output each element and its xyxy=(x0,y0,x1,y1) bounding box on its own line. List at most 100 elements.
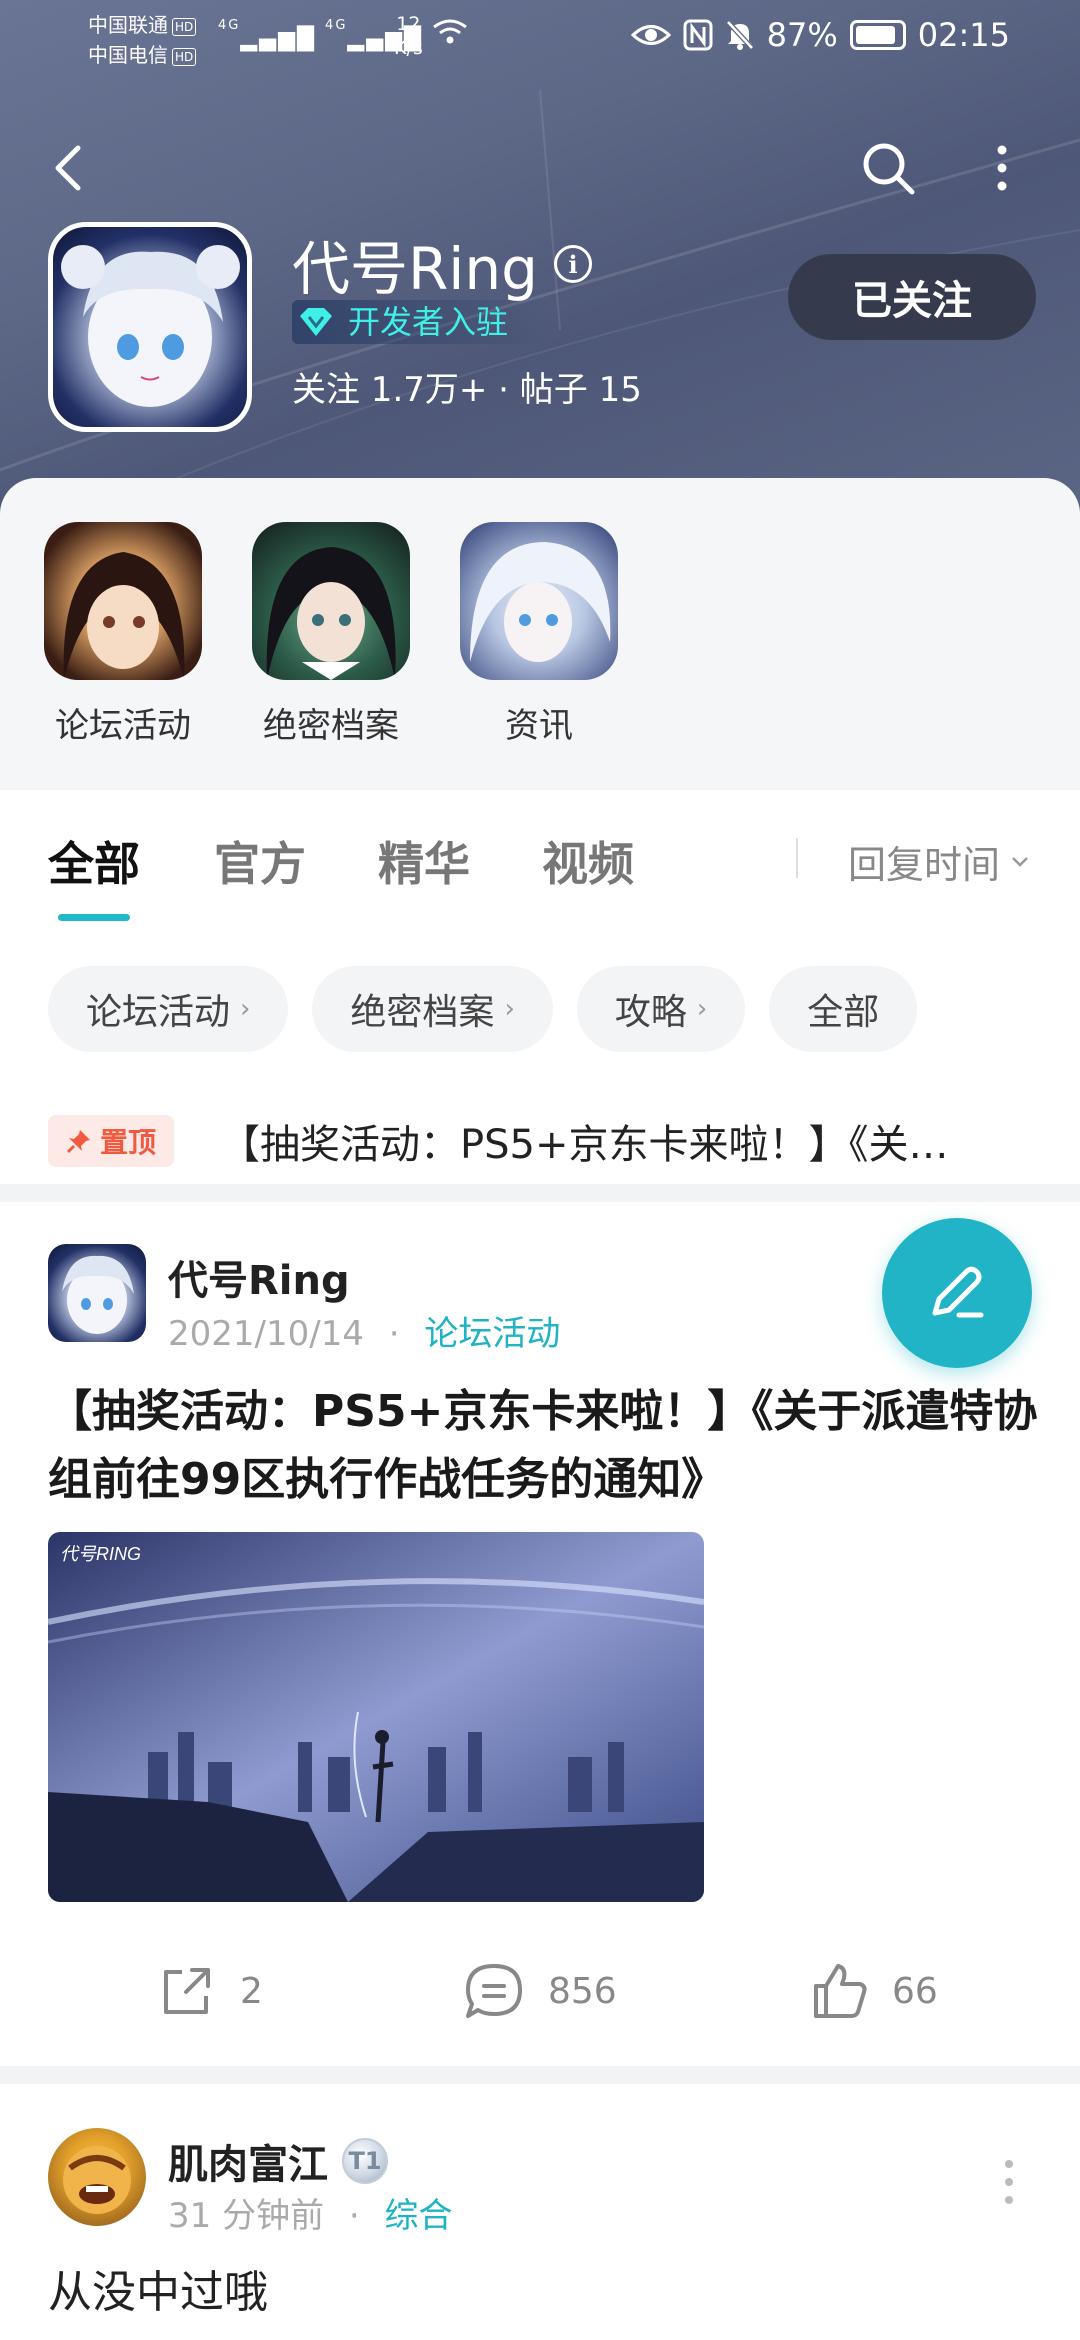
top-nav-bar xyxy=(0,128,1080,208)
post-meta: 2021/10/14 · 论坛活动 xyxy=(168,1306,560,1355)
pinned-post[interactable]: 置顶 【抽奖活动：PS5+京东卡来啦！】《关… xyxy=(48,1106,1048,1176)
hd-badge: HD xyxy=(172,17,197,36)
diamond-icon xyxy=(300,308,332,336)
level-badge-icon: T1 xyxy=(342,2138,388,2184)
meta-separator: · xyxy=(388,1314,400,1354)
share-icon xyxy=(164,1968,210,2014)
sort-label: 回复时间 xyxy=(848,843,1001,887)
net-speed: 12 K/s xyxy=(394,12,423,60)
chevron-down-icon xyxy=(1012,856,1028,867)
developer-badge[interactable]: 开发者入驻 xyxy=(292,300,549,344)
sort-dropdown[interactable]: 回复时间 xyxy=(848,834,1030,889)
tab-featured[interactable]: 精华 xyxy=(378,828,470,894)
post-date: 2021/10/14 xyxy=(168,1314,364,1354)
game-title-text: 代号Ring xyxy=(292,235,538,303)
feed-tabs: 全部 官方 精华 视频 回复时间 xyxy=(0,790,1080,950)
more-vertical-icon xyxy=(1005,2160,1013,2204)
speed-value: 12 xyxy=(396,13,421,35)
post-author[interactable]: 肌肉富江 T1 xyxy=(168,2132,388,2190)
post-image[interactable]: 代号RING xyxy=(48,1532,704,1902)
search-icon xyxy=(863,143,915,195)
header-banner: 中国联通 HD 中国电信 HD 4G▂▄▆█ 4G▂▄▆█ 12 K/s 87% 0… xyxy=(0,0,1080,520)
post-image-art: 代号RING xyxy=(48,1532,704,1902)
battery-icon xyxy=(849,20,906,50)
tab-all[interactable]: 全部 xyxy=(48,828,140,894)
developer-badge-label: 开发者入驻 xyxy=(348,303,509,341)
nfc-icon xyxy=(683,19,713,51)
comment-count: 856 xyxy=(548,1970,617,2012)
chip-label: 攻略 xyxy=(614,992,687,1033)
quick-link-label: 资讯 xyxy=(505,706,573,746)
pen-edit-icon xyxy=(932,1266,984,1318)
chevron-right-icon: › xyxy=(696,994,708,1024)
author-avatar[interactable] xyxy=(48,1244,146,1342)
chip-all[interactable]: 全部 xyxy=(769,966,918,1052)
section-divider xyxy=(0,1184,1080,1202)
compose-post-button[interactable] xyxy=(882,1218,1032,1368)
meta-separator: · xyxy=(348,2196,360,2236)
status-right: 87% 02:15 xyxy=(630,16,1010,54)
post-meta: 31 分钟前 · 综合 xyxy=(168,2188,453,2237)
post-more-button[interactable] xyxy=(994,2152,1024,2212)
chip-forum-events[interactable]: 论坛活动 › xyxy=(48,966,289,1052)
category-chips: 论坛活动 › 绝密档案 › 攻略 › 全部 xyxy=(48,966,918,1052)
carrier-1: 中国联通 xyxy=(88,13,168,37)
post-category[interactable]: 论坛活动 xyxy=(424,1314,560,1354)
quick-link-forum-events[interactable]: 论坛活动 xyxy=(43,522,203,747)
more-menu-button[interactable] xyxy=(982,136,1022,200)
tab-official[interactable]: 官方 xyxy=(214,828,306,894)
more-vertical-icon xyxy=(997,145,1007,191)
follow-button[interactable]: 已关注 xyxy=(788,254,1036,340)
game-avatar[interactable] xyxy=(48,222,252,432)
thumbs-up-icon xyxy=(814,1964,867,2018)
comment-button[interactable]: 856 xyxy=(462,1960,617,2022)
network-type-1: 4G xyxy=(218,18,241,33)
battery-percent: 87% xyxy=(766,16,838,54)
back-arrow-icon xyxy=(55,145,81,191)
speed-unit: K/s xyxy=(394,37,423,59)
mute-bell-icon xyxy=(725,20,754,50)
eye-icon xyxy=(630,25,671,45)
chip-label: 论坛活动 xyxy=(86,992,231,1033)
post-card[interactable]: 肌肉富江 T1 31 分钟前 · 综合 从没中过哦 xyxy=(0,2084,1080,2340)
share-count: 2 xyxy=(240,1970,263,2012)
post-time: 31 分钟前 xyxy=(168,2196,325,2236)
pinned-badge: 置顶 xyxy=(48,1115,175,1167)
sort-divider xyxy=(796,838,798,878)
pinned-post-title: 【抽奖活动：PS5+京东卡来啦！】《关… xyxy=(220,1122,949,1168)
quick-link-thumbnail xyxy=(460,522,618,680)
carrier-info: 中国联通 HD 中国电信 HD xyxy=(88,10,197,70)
quick-link-thumbnail xyxy=(252,522,410,680)
post-actions: 2 856 66 xyxy=(0,1942,1080,2042)
chip-guides[interactable]: 攻略 › xyxy=(576,966,746,1052)
chip-secret-files[interactable]: 绝密档案 › xyxy=(312,966,553,1052)
pin-icon xyxy=(66,1130,90,1154)
signal-icon: ▂▄▆█ xyxy=(240,27,317,52)
section-divider xyxy=(0,2066,1080,2084)
search-button[interactable] xyxy=(856,136,920,200)
wifi-icon xyxy=(432,19,468,52)
quick-link-thumbnail xyxy=(44,522,202,680)
clock: 02:15 xyxy=(917,16,1010,54)
comment-icon xyxy=(466,1964,522,2018)
pinned-badge-label: 置顶 xyxy=(100,1126,157,1159)
status-bar: 中国联通 HD 中国电信 HD 4G▂▄▆█ 4G▂▄▆█ 12 K/s 87% 0… xyxy=(0,0,1080,80)
post-content[interactable]: 从没中过哦 xyxy=(48,2256,268,2320)
image-logo-text: 代号RING xyxy=(60,1544,141,1564)
signal-icons: 4G▂▄▆█ 4G▂▄▆█ xyxy=(218,18,468,52)
post-title[interactable]: 【抽奖活动：PS5+京东卡来啦！】《关于派遣特协组前往99区执行作战任务的通知》 xyxy=(48,1378,1038,1514)
like-button[interactable]: 66 xyxy=(808,1960,938,2022)
hd-badge: HD xyxy=(172,47,197,66)
tab-video[interactable]: 视频 xyxy=(542,828,634,894)
share-button[interactable]: 2 xyxy=(156,1960,263,2022)
info-icon[interactable]: i xyxy=(554,245,592,283)
back-button[interactable] xyxy=(46,138,96,198)
chevron-right-icon: › xyxy=(240,994,251,1024)
quick-link-secret-files[interactable]: 绝密档案 xyxy=(251,522,411,747)
game-title: 代号Ring i xyxy=(292,222,592,306)
quick-link-label: 论坛活动 xyxy=(55,706,191,746)
quick-link-news[interactable]: 资讯 xyxy=(459,522,619,747)
author-avatar[interactable] xyxy=(48,2128,146,2226)
post-category[interactable]: 综合 xyxy=(385,2196,453,2236)
post-author-name[interactable]: 代号Ring xyxy=(168,1248,350,1306)
